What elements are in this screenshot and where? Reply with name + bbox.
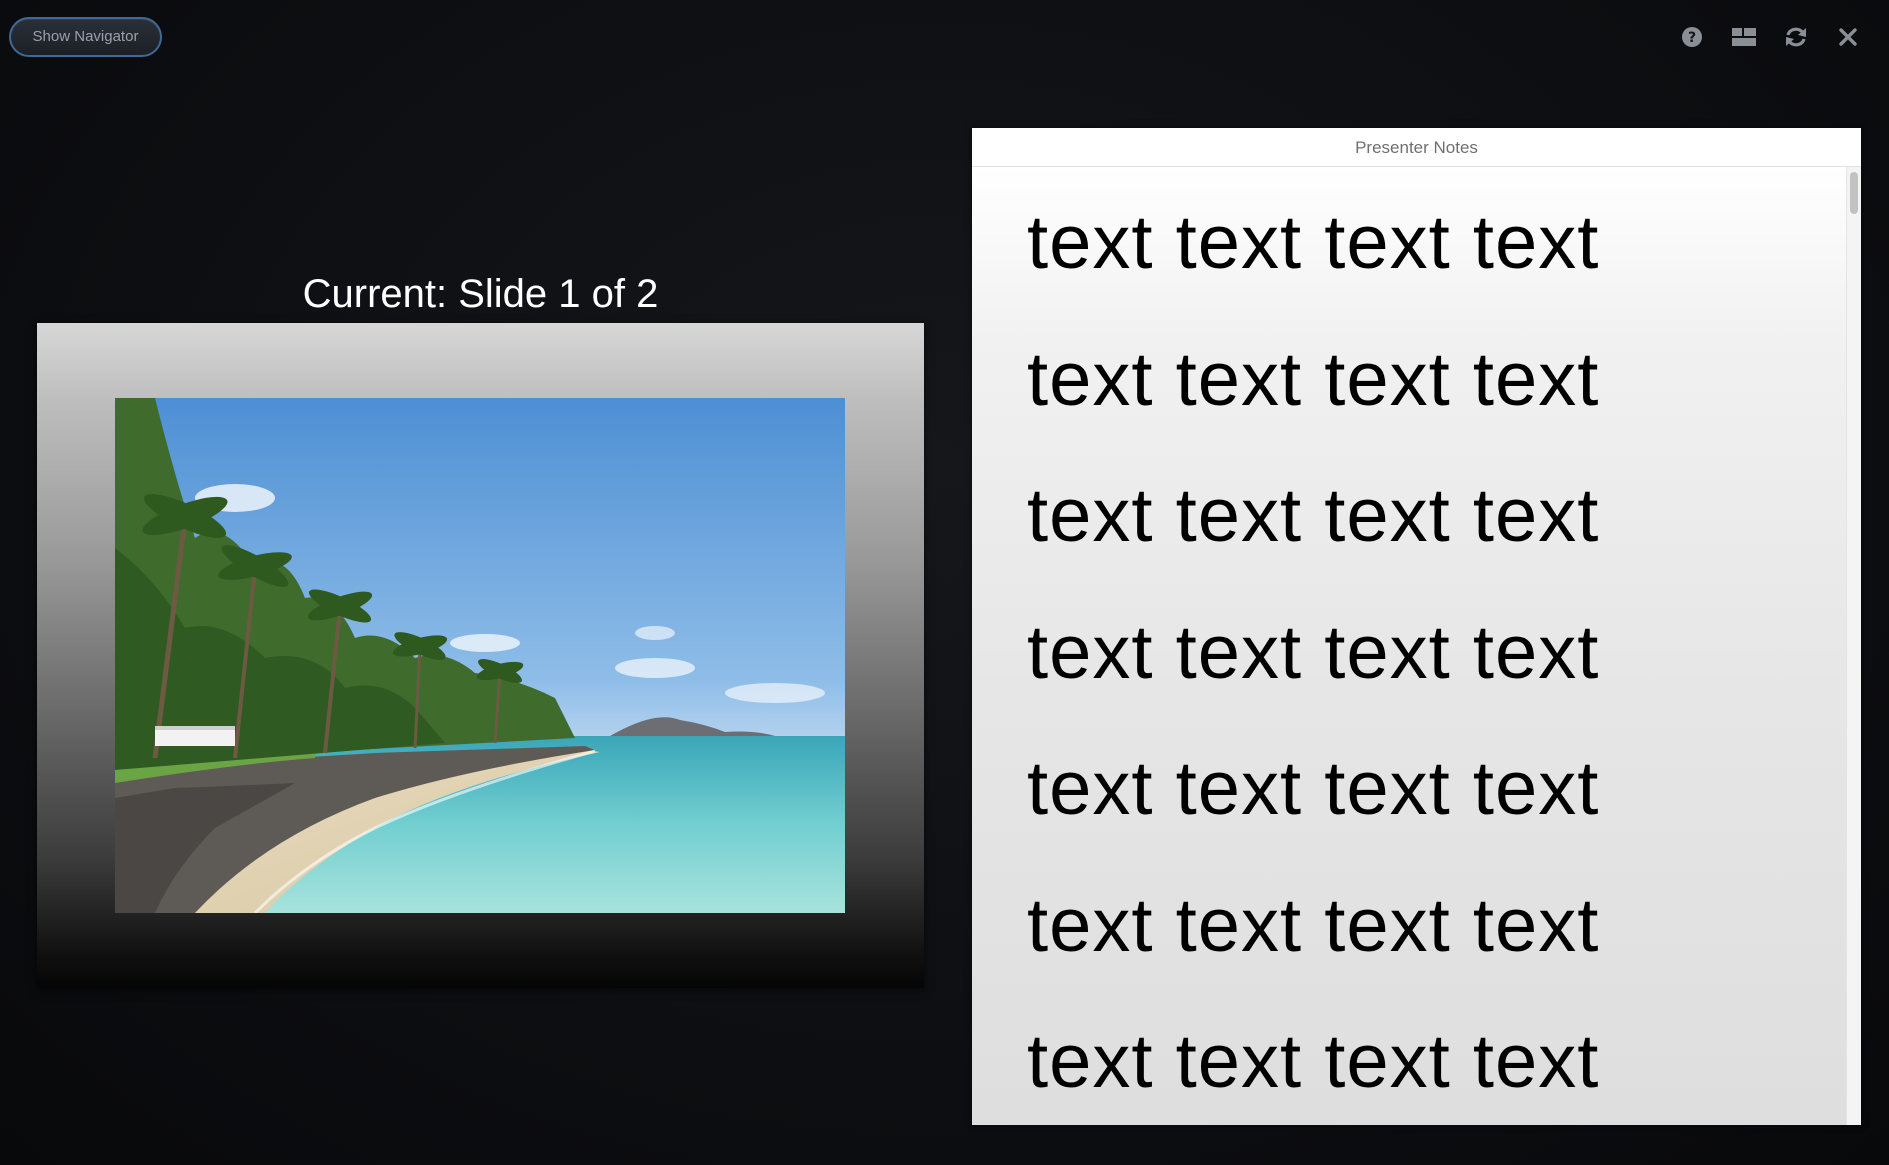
notes-line: text text text text: [1027, 882, 1600, 968]
beach-photo: [115, 398, 845, 913]
notes-line: text text text text: [1027, 473, 1600, 558]
close-icon[interactable]: [1833, 22, 1863, 52]
show-navigator-button[interactable]: Show Navigator: [9, 17, 162, 57]
notes-line: text text text text: [1027, 1019, 1600, 1104]
presenter-window: Show Navigator ? Current: Slide 1 of 2 P…: [0, 0, 1889, 1165]
current-slide-preview[interactable]: [37, 323, 924, 988]
notes-scrollbar[interactable]: [1846, 167, 1861, 1125]
notes-text-list: text text text text text text text text …: [1027, 167, 1847, 1125]
notes-line: text text text text: [1027, 336, 1600, 422]
notes-line: text text text text: [1027, 200, 1600, 285]
layout-icon[interactable]: [1729, 22, 1759, 52]
refresh-icon[interactable]: [1781, 22, 1811, 52]
help-icon[interactable]: ?: [1677, 22, 1707, 52]
svg-text:?: ?: [1688, 30, 1696, 46]
presenter-notes-title: Presenter Notes: [972, 128, 1861, 167]
notes-scroll-thumb[interactable]: [1850, 172, 1858, 214]
presenter-notes-body[interactable]: text text text text text text text text …: [972, 167, 1847, 1125]
notes-line: text text text text: [1027, 746, 1600, 831]
notes-line: text text text text: [1027, 609, 1600, 695]
top-toolbar: ?: [1677, 20, 1863, 54]
current-slide-label: Current: Slide 1 of 2: [302, 272, 659, 316]
presenter-notes-panel: Presenter Notes text text text text text…: [972, 128, 1861, 1125]
